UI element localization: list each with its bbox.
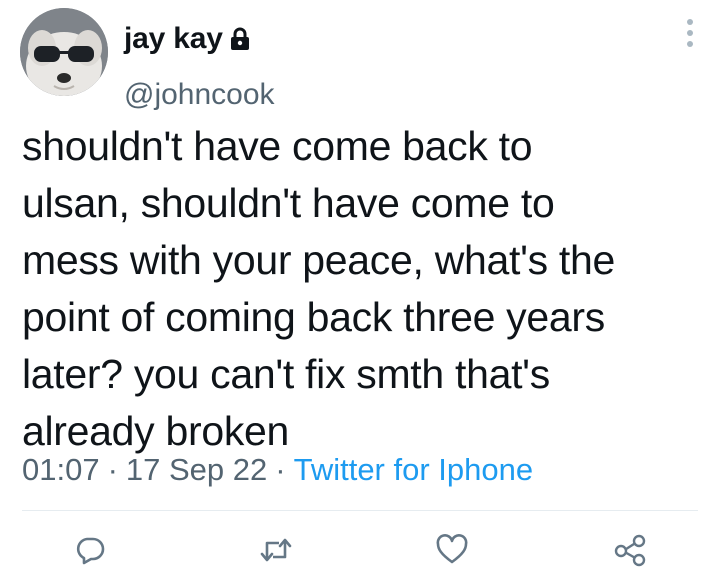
reply-button[interactable] bbox=[72, 532, 108, 568]
like-button[interactable] bbox=[434, 532, 470, 568]
heart-icon bbox=[436, 534, 468, 564]
share-button[interactable] bbox=[612, 532, 648, 568]
author-name-row: jay kay bbox=[124, 22, 251, 56]
retweet-icon bbox=[260, 538, 292, 562]
reply-icon bbox=[76, 537, 105, 565]
avatar-image bbox=[20, 8, 108, 96]
client-link[interactable]: Twitter for Iphone bbox=[294, 452, 534, 488]
meta-separator: · bbox=[275, 452, 286, 487]
tweet-date[interactable]: 17 Sep 22 bbox=[126, 452, 267, 488]
handle[interactable]: @johncook bbox=[124, 78, 275, 112]
divider bbox=[22, 510, 698, 511]
meta-separator: · bbox=[107, 452, 118, 487]
lock-icon bbox=[229, 27, 251, 51]
tweet-text: shouldn't have come back to ulsan, shoul… bbox=[22, 123, 616, 454]
tweet-meta: 01:07 · 17 Sep 22 · Twitter for Iphone bbox=[22, 452, 533, 488]
avatar[interactable] bbox=[20, 8, 108, 96]
more-vertical-icon[interactable] bbox=[684, 16, 696, 50]
retweet-button[interactable] bbox=[258, 532, 294, 568]
display-name[interactable]: jay kay bbox=[124, 22, 223, 56]
tweet-time[interactable]: 01:07 bbox=[22, 452, 100, 488]
share-icon bbox=[614, 534, 646, 567]
